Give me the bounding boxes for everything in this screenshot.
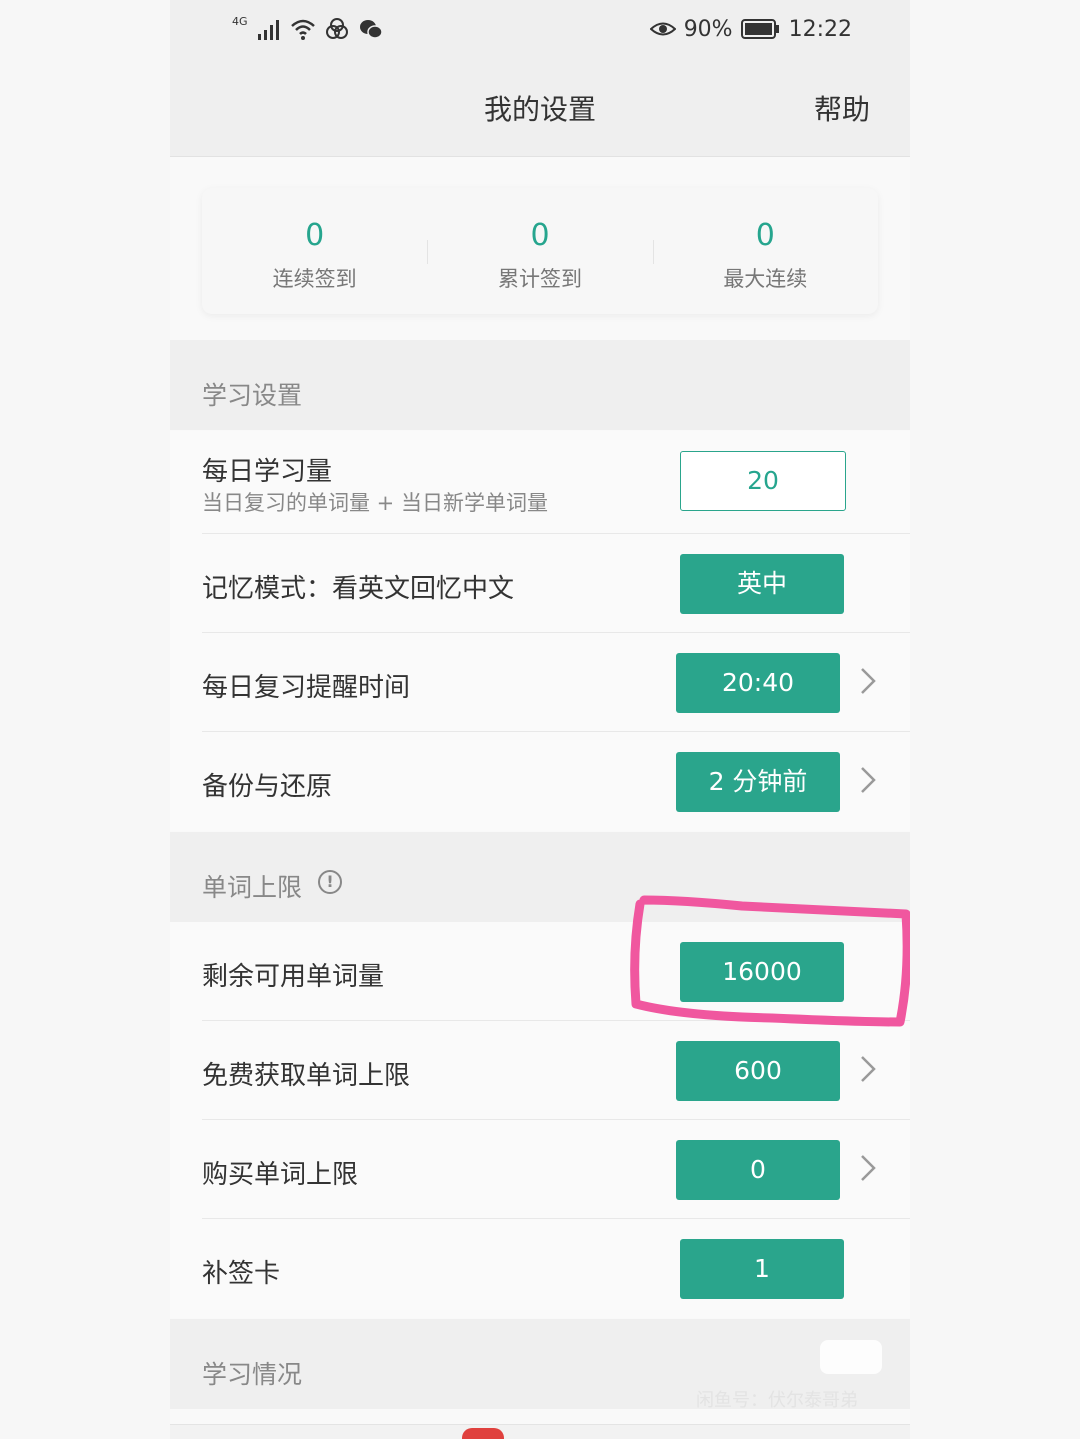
stat-consecutive-checkin: 0 连续签到	[202, 188, 427, 314]
row-label: 备份与还原	[202, 772, 333, 802]
stat-label: 连续签到	[272, 267, 357, 291]
daily-amount-input[interactable]: 20	[680, 451, 846, 511]
watermark-logo	[820, 1340, 882, 1374]
stat-value: 0	[755, 218, 775, 253]
stat-value: 0	[305, 218, 325, 253]
help-button[interactable]: 帮助	[814, 88, 870, 128]
app-notification-icon	[325, 18, 348, 39]
section-title: 单词上限	[202, 873, 303, 902]
row-label: 每日学习量	[202, 457, 333, 487]
settings-screen: 4G 90% 12:22 我的设置 帮助 0 连续签到 0 累计签到 0 最大连…	[170, 0, 910, 1439]
row-memory-mode[interactable]: 记忆模式：看英文回忆中文 英中	[170, 534, 910, 633]
status-bar: 4G 90% 12:22	[170, 0, 910, 60]
section-study-settings: 学习设置	[170, 340, 910, 430]
battery-icon	[740, 19, 779, 39]
chevron-right-icon[interactable]	[856, 663, 880, 699]
info-icon[interactable]: !	[318, 870, 342, 894]
row-label: 剩余可用单词量	[202, 962, 385, 992]
stat-label: 累计签到	[497, 267, 582, 291]
row-buy-limit[interactable]: 购买单词上限 0	[170, 1120, 910, 1219]
free-limit-button[interactable]: 600	[676, 1041, 840, 1101]
nav-header: 我的设置 帮助	[170, 60, 910, 157]
section-title: 学习设置	[202, 381, 303, 410]
stat-total-checkin: 0 累计签到	[427, 188, 652, 314]
signal-icon	[257, 20, 279, 40]
memory-mode-button[interactable]: 英中	[680, 554, 844, 614]
row-sublabel: 当日复习的单词量 + 当日新学单词量	[202, 491, 548, 515]
chevron-right-icon[interactable]	[856, 1051, 880, 1087]
pink-highlight-annotation	[630, 895, 910, 1027]
network-type: 4G	[232, 14, 248, 28]
watermark-text: 闲鱼号：伏尔泰哥弟	[696, 1390, 858, 1411]
makeup-card-value[interactable]: 1	[680, 1239, 844, 1299]
stat-label: 最大连续	[723, 267, 808, 291]
bottom-tab-bar	[170, 1424, 910, 1439]
row-free-limit[interactable]: 免费获取单词上限 600	[170, 1021, 910, 1120]
notification-badge	[462, 1428, 504, 1439]
eye-icon	[649, 22, 676, 36]
row-label: 记忆模式：看英文回忆中文	[202, 574, 515, 604]
row-label: 每日复习提醒时间	[202, 673, 411, 703]
battery-percent: 90%	[683, 16, 733, 42]
row-label: 补签卡	[202, 1259, 281, 1289]
checkin-stats-card: 0 连续签到 0 累计签到 0 最大连续	[202, 188, 878, 314]
row-review-reminder[interactable]: 每日复习提醒时间 20:40	[170, 633, 910, 732]
row-label: 购买单词上限	[202, 1160, 359, 1190]
stat-value: 0	[530, 218, 550, 253]
chevron-right-icon[interactable]	[856, 762, 880, 798]
section-title: 学习情况	[202, 1360, 303, 1389]
page-title: 我的设置	[483, 93, 596, 126]
row-label: 免费获取单词上限	[202, 1061, 411, 1091]
row-backup-restore[interactable]: 备份与还原 2 分钟前	[170, 732, 910, 831]
reminder-time-button[interactable]: 20:40	[676, 653, 840, 713]
clock: 12:22	[788, 16, 852, 42]
wifi-icon	[290, 19, 315, 40]
stat-max-consecutive: 0 最大连续	[652, 188, 878, 314]
row-makeup-card[interactable]: 补签卡 1	[170, 1219, 910, 1318]
buy-limit-button[interactable]: 0	[676, 1140, 840, 1200]
row-daily-amount[interactable]: 每日学习量 当日复习的单词量 + 当日新学单词量 20	[170, 431, 910, 534]
backup-time-button[interactable]: 2 分钟前	[676, 752, 840, 812]
wechat-icon	[359, 20, 383, 39]
chevron-right-icon[interactable]	[856, 1150, 880, 1186]
